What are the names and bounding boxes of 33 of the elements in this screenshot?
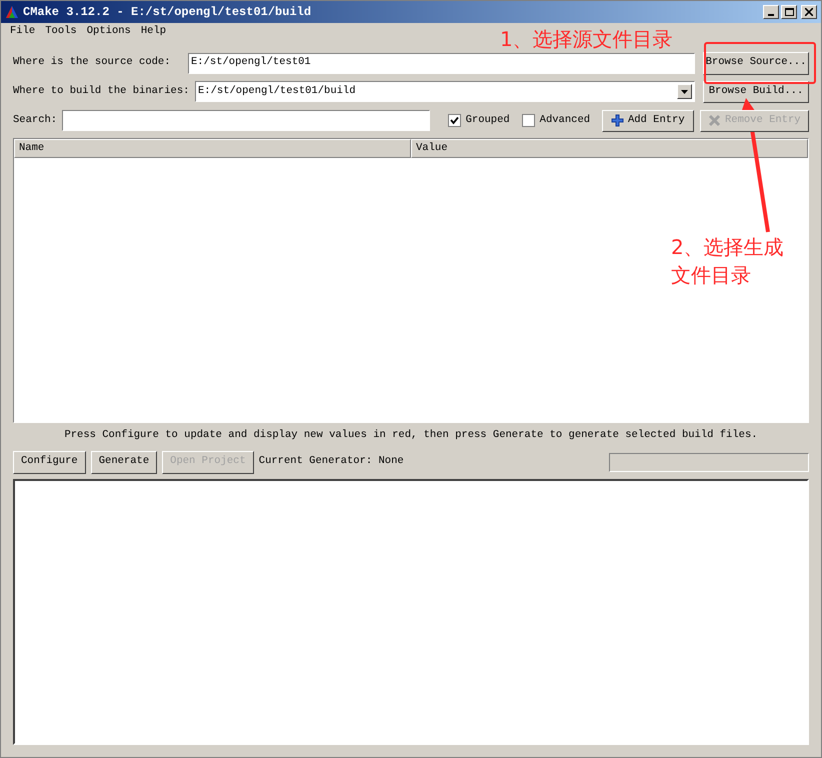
minimize-icon[interactable] [763, 5, 779, 19]
cross-icon [708, 114, 721, 127]
search-field[interactable] [62, 110, 430, 131]
checkbox-label: Grouped [466, 112, 510, 128]
app-icon [5, 5, 19, 19]
field-label: Where is the source code: [13, 55, 172, 70]
window-title: CMake 3.12.2 - E:/st/opengl/test01/build [23, 4, 312, 21]
field-label: Search: [13, 112, 58, 128]
status-message: Press Configure to update and display new values in red, then press Generate to generate selected build files. [63, 428, 759, 444]
menu-item[interactable]: Help [136, 24, 172, 40]
menu-item[interactable]: Tools [40, 24, 82, 40]
add-entry-button[interactable]: Add Entry [602, 110, 694, 132]
checkbox[interactable] [448, 114, 461, 127]
generator-label: Current Generator: None [258, 454, 404, 470]
annotation-text: 2、选择生成 [671, 234, 784, 261]
checkbox-label: Advanced [540, 112, 590, 128]
input-field[interactable]: E:/st/opengl/test01 [188, 52, 695, 74]
close-icon[interactable] [801, 5, 817, 19]
checkbox[interactable] [522, 114, 535, 127]
field-label: Where to build the binaries: [13, 84, 190, 99]
annotation-text: 1、选择源文件目录 [500, 26, 673, 53]
browse-build-button[interactable]: Browse Build... [703, 80, 809, 102]
menu-item[interactable]: Options [82, 24, 136, 40]
maximize-icon[interactable] [781, 5, 797, 19]
action-button[interactable]: Configure [13, 450, 86, 474]
browse-source-button[interactable]: Browse Source... [703, 52, 809, 74]
plus-icon [610, 114, 624, 127]
column-header[interactable]: Value [411, 139, 808, 158]
annotation-text: 文件目录 [671, 262, 751, 289]
column-header[interactable]: Name [14, 139, 411, 158]
menu-item[interactable]: File [5, 24, 40, 40]
combo-box[interactable]: E:/st/opengl/test01/build [195, 81, 695, 102]
action-button[interactable]: Generate [90, 450, 158, 474]
